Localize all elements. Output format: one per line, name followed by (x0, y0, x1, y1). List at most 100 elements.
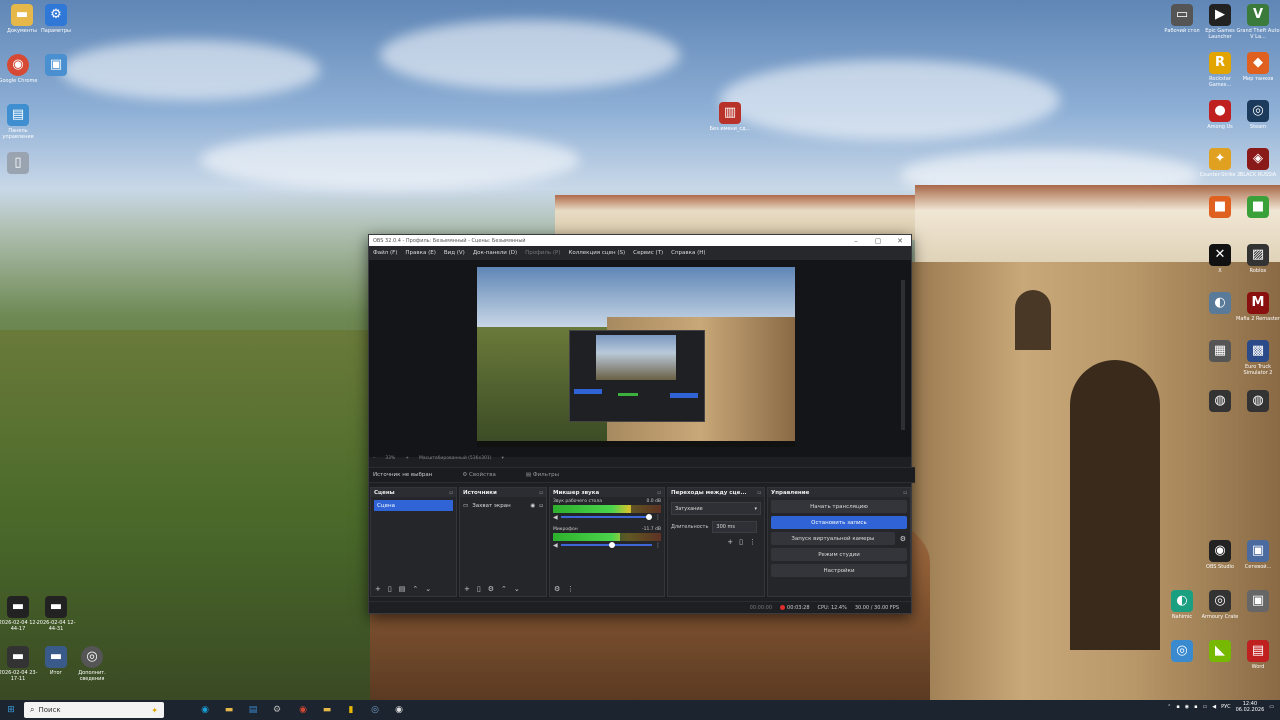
scale-label[interactable]: Масштабированный (536x301) (419, 456, 491, 461)
tray-app-icon[interactable]: ◉ (1185, 704, 1189, 710)
arrow-down-icon[interactable]: ⌄ (514, 585, 520, 593)
taskbar-app-icon[interactable]: ◉ (198, 703, 212, 717)
desktop-icon[interactable]: ▯ (0, 152, 40, 188)
title-bar[interactable]: OBS 32.0.4 - Профиль: Безымянный - Сцены… (369, 235, 911, 246)
arrow-down-icon[interactable]: ⌄ (425, 585, 431, 593)
desktop-icon[interactable]: ▣ Сетевой... (1236, 540, 1280, 576)
properties-button[interactable]: ⚙ Свойства (462, 472, 496, 478)
search-box[interactable]: ⌕ Поиск ✦ (24, 702, 164, 718)
desktop-icon[interactable]: ▩ Euro Truck Simulator 2 (1236, 340, 1280, 376)
scene-item[interactable]: Сцена (374, 500, 453, 511)
desktop-icon[interactable]: ◆ Мир танков (1236, 52, 1280, 88)
menu-profile[interactable]: Профиль (P) (525, 250, 560, 256)
lock-icon[interactable]: ▫ (539, 503, 543, 509)
arrow-up-icon[interactable]: ⌃ (501, 585, 507, 593)
taskbar-app-icon[interactable]: ◉ (392, 703, 406, 717)
desktop-icon[interactable]: ▣ (34, 54, 78, 90)
zoom-plus[interactable]: + (405, 456, 409, 461)
arrow-up-icon[interactable]: ⌃ (412, 585, 418, 593)
desktop-icon[interactable]: ◈ BLACK RUSSIA (1236, 148, 1280, 184)
kebab-icon[interactable]: ⋮ (655, 542, 661, 549)
desktop-icon[interactable]: ⚙ Параметры (34, 4, 78, 40)
tray-app-icon[interactable]: ▪ (1176, 704, 1179, 710)
kebab-icon[interactable]: ⋮ (655, 514, 661, 521)
taskbar-app-icon[interactable]: ◎ (368, 703, 382, 717)
clock[interactable]: 12:40 06.02.2026 (1236, 701, 1265, 713)
maximize-button[interactable]: ▢ (867, 237, 889, 245)
desktop-icon[interactable]: ◍ (1236, 390, 1280, 426)
eye-icon[interactable]: ◉ (530, 503, 535, 509)
trash-icon[interactable]: ▯ (739, 538, 743, 546)
taskbar-app-icon[interactable]: ▤ (246, 703, 260, 717)
close-button[interactable]: ✕ (889, 237, 911, 245)
scrollbar[interactable] (901, 280, 905, 430)
chevron-down-icon[interactable]: ▾ (502, 456, 504, 461)
start-stream-button[interactable]: Начать трансляцию (771, 500, 907, 513)
dock-menu-icon[interactable]: ▫ (449, 490, 453, 496)
gear-icon[interactable]: ⚙ (900, 535, 906, 543)
kebab-icon[interactable]: ⋮ (567, 585, 574, 593)
filter-icon[interactable]: ▤ (399, 585, 406, 593)
add-icon[interactable]: + (464, 585, 470, 593)
add-icon[interactable]: + (375, 585, 381, 593)
taskbar-app-icon[interactable]: ⚙ (270, 703, 284, 717)
preview-area[interactable] (369, 260, 911, 457)
menu-docks[interactable]: Док-панели (D) (473, 250, 517, 256)
taskbar-app-icon[interactable]: ▮ (344, 703, 358, 717)
zoom-minus[interactable]: – (373, 456, 375, 461)
kebab-icon[interactable]: ⋮ (749, 538, 756, 546)
volume-slider[interactable] (560, 514, 652, 520)
desktop-icon[interactable]: V Grand Theft Auto V La... (1236, 4, 1280, 40)
desktop-icon[interactable]: ▤ Панель управления (0, 104, 40, 140)
virtual-cam-button[interactable]: Запуск виртуальной камеры (771, 532, 895, 545)
gear-icon[interactable]: ⚙ (488, 585, 494, 593)
menu-file[interactable]: Файл (F) (373, 250, 397, 256)
settings-button[interactable]: Настройки (771, 564, 907, 577)
desktop-icon[interactable]: ◎ Steam (1236, 100, 1280, 136)
speaker-icon[interactable]: ◀ (553, 542, 558, 549)
trash-icon[interactable]: ▯ (477, 585, 481, 593)
stop-record-button[interactable]: Остановить запись (771, 516, 907, 529)
taskbar-app-icon[interactable]: ◉ (296, 703, 310, 717)
menu-help[interactable]: Справка (H) (671, 250, 705, 256)
menu-view[interactable]: Вид (V) (444, 250, 465, 256)
desktop-icon[interactable]: ▨ Roblox (1236, 244, 1280, 280)
taskbar-app-icon[interactable]: ▬ (320, 703, 334, 717)
preview-canvas[interactable] (477, 267, 795, 447)
studio-mode-button[interactable]: Режим студии (771, 548, 907, 561)
source-item[interactable]: ▭ Захват экран ◉ ▫ (463, 500, 543, 511)
tray-app-icon[interactable]: ▪ (1194, 704, 1197, 710)
volume-knob[interactable] (609, 542, 616, 548)
desktop-icon[interactable]: ◎ Дополнит. сведения (70, 646, 114, 682)
duration-input[interactable]: 300 ms (712, 521, 758, 533)
chevron-up-icon[interactable]: ⌃ (1167, 704, 1171, 710)
desktop-icon[interactable]: M Mafia 2 Remaster (1236, 292, 1280, 328)
volume-knob[interactable] (646, 514, 652, 520)
volume-icon[interactable]: ◀ (1212, 704, 1216, 710)
menu-scene-collection[interactable]: Коллекция сцен (S) (568, 250, 625, 256)
dock-menu-icon[interactable]: ▫ (657, 490, 661, 496)
desktop-icon[interactable]: ▤ (1236, 640, 1280, 676)
filters-button[interactable]: ▤ Фильтры (526, 472, 559, 478)
dock-menu-icon[interactable]: ▫ (539, 490, 543, 496)
add-icon[interactable]: + (727, 538, 733, 546)
minimize-button[interactable]: – (845, 237, 867, 245)
speaker-icon[interactable]: ◀ (553, 514, 558, 521)
taskbar-app-icon[interactable]: ▬ (222, 703, 236, 717)
transition-select[interactable]: Затухание ▾ (671, 502, 761, 515)
menu-tools[interactable]: Сервис (T) (633, 250, 663, 256)
dock-menu-icon[interactable]: ▫ (903, 490, 907, 496)
menu-edit[interactable]: Правка (E) (405, 250, 435, 256)
desktop-icon[interactable]: ■ (1236, 196, 1280, 232)
volume-slider[interactable] (560, 542, 652, 548)
notifications-icon[interactable]: ▭ (1269, 704, 1274, 710)
windows-start-icon[interactable]: ⊞ (4, 703, 18, 717)
trash-icon[interactable]: ▯ (388, 585, 392, 593)
language-indicator[interactable]: РУС (1221, 704, 1231, 710)
gear-icon[interactable]: ⚙ (554, 585, 560, 593)
desktop-icon[interactable]: ▬ 2026-02-04 12-44-31 (34, 596, 78, 632)
dock-menu-icon[interactable]: ▫ (757, 490, 761, 496)
desktop-icon[interactable]: ▥ Без имени_сд... (708, 102, 752, 138)
desktop-icon[interactable]: ▣ (1236, 590, 1280, 626)
network-icon[interactable]: ▭ (1202, 704, 1207, 710)
